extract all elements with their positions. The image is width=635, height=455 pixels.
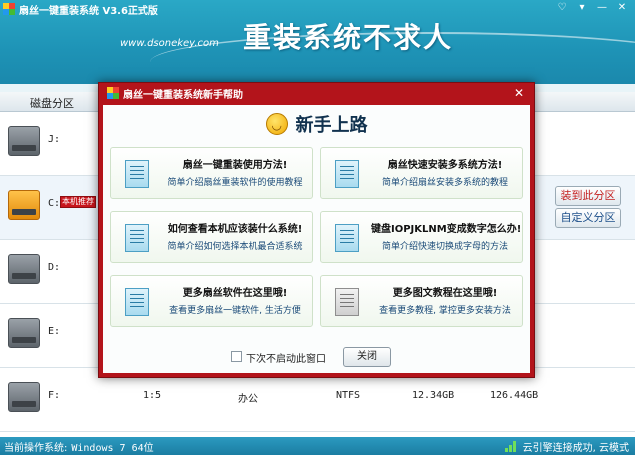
document-icon (335, 160, 359, 188)
app-title: 扇丝一键重装系统 V3.6正式版 (19, 5, 158, 17)
dont-show-checkbox[interactable] (231, 351, 242, 362)
help-card-more-software[interactable]: 更多扇丝软件在这里哦! 查看更多扇丝一键软件, 生活方便 (110, 275, 313, 327)
system-drive-icon (8, 190, 40, 220)
dialog-heading-row: 新手上路 (103, 105, 530, 143)
close-button[interactable]: 关闭 (343, 347, 391, 367)
hard-drive-icon (8, 126, 40, 156)
hard-drive-icon (8, 318, 40, 348)
card-desc: 简单介绍快速切换成字母的方法 (381, 242, 508, 252)
card-desc: 简单介绍扇丝重装软件的使用教程 (167, 178, 303, 188)
help-card-keyboard[interactable]: 键盘IOPJKLNM变成数字怎么办! 简单介绍快速切换成字母的方法 (320, 211, 523, 263)
custom-partition-button[interactable]: 自定义分区 (555, 208, 621, 228)
close-icon[interactable]: ✕ (613, 1, 631, 15)
column-partition: 磁盘分区 (30, 97, 74, 110)
partition-total-size: 12.34GB (412, 390, 455, 401)
site-url: www.dsonekey.com (120, 38, 219, 49)
partition-free-size: 126.44GB (490, 390, 539, 401)
status-bar: 当前操作系统: Windows 7 64位 云引擎连接成功, 云模式 (0, 437, 635, 455)
recommended-badge: 本机推荐 (60, 196, 96, 208)
partition-label: 办公 (238, 394, 258, 405)
card-title: 扇丝一键重装使用方法! (182, 160, 288, 171)
hard-drive-icon (8, 382, 40, 412)
card-desc: 简单介绍如何选择本机最合适系统 (167, 242, 303, 252)
card-title: 扇丝快速安装多系统方法! (387, 160, 503, 171)
status-os: 当前操作系统: Windows 7 64位 (4, 439, 154, 454)
app-logo-icon (3, 3, 15, 15)
smiley-icon (265, 113, 288, 135)
dialog-footer: 下次不启动此窗口 关闭 (103, 345, 530, 369)
dialog-body: 新手上路 扇丝一键重装使用方法! 简单介绍扇丝重装软件的使用教程 扇丝快速安装多… (103, 105, 530, 373)
card-title: 键盘IOPJKLNM变成数字怎么办! (371, 224, 522, 235)
card-title: 更多扇丝软件在这里哦! (182, 288, 288, 299)
current-os-value: Windows 7 64位 (71, 443, 154, 454)
partition-filesystem: NTFS (336, 390, 361, 401)
header-slogan: 重装系统不求人 (243, 21, 454, 54)
signal-icon (504, 441, 519, 452)
install-to-partition-button[interactable]: 装到此分区 (555, 186, 621, 206)
cloud-status-text: 云引擎连接成功, 云模式 (522, 443, 629, 454)
app-header: 扇丝一键重装系统 V3.6正式版 ♡ ▾ — ✕ www.dsonekey.co… (0, 0, 635, 92)
minimize-icon[interactable]: — (593, 1, 611, 15)
card-desc: 查看更多教程, 掌控更多安装方法 (379, 306, 511, 316)
window-titlebar: 扇丝一键重装系统 V3.6正式版 (0, 0, 158, 18)
newspaper-icon (335, 288, 359, 316)
card-desc: 简单介绍扇丝安装多系统的教程 (381, 178, 508, 188)
dialog-heading: 新手上路 (295, 115, 368, 136)
help-card-multi-system[interactable]: 扇丝快速安装多系统方法! 简单介绍扇丝安装多系统的教程 (320, 147, 523, 199)
window-controls: ♡ ▾ — ✕ (553, 1, 631, 15)
dialog-close-icon[interactable]: ✕ (514, 86, 524, 100)
drive-letter: J: (48, 134, 61, 145)
current-os-label: 当前操作系统: (4, 443, 68, 454)
help-card-usage[interactable]: 扇丝一键重装使用方法! 简单介绍扇丝重装软件的使用教程 (110, 147, 313, 199)
dialog-titlebar: 扇丝一键重装系统新手帮助 ✕ (99, 83, 534, 103)
app-logo-icon (107, 87, 119, 99)
card-desc: 查看更多扇丝一键软件, 生活方便 (169, 306, 301, 316)
help-card-which-system[interactable]: 如何查看本机应该装什么系统! 简单介绍如何选择本机最合适系统 (110, 211, 313, 263)
hard-drive-icon (8, 254, 40, 284)
drive-letter: F: (48, 390, 61, 401)
help-card-more-tutorials[interactable]: 更多图文教程在这里哦! 查看更多教程, 掌控更多安装方法 (320, 275, 523, 327)
dont-show-label[interactable]: 下次不启动此窗口 (246, 350, 326, 365)
dialog-title: 扇丝一键重装系统新手帮助 (123, 89, 243, 101)
document-icon (335, 224, 359, 252)
partition-ratio: 1:5 (143, 390, 162, 401)
document-icon (125, 160, 149, 188)
document-icon (125, 288, 149, 316)
chat-icon[interactable]: ♡ (553, 1, 571, 15)
drive-letter: E: (48, 326, 61, 337)
drive-letter: C: (48, 198, 61, 209)
menu-icon[interactable]: ▾ (573, 1, 591, 15)
card-title: 更多图文教程在这里哦! (392, 288, 498, 299)
status-cloud: 云引擎连接成功, 云模式 (504, 439, 629, 454)
document-icon (125, 224, 149, 252)
help-dialog: 扇丝一键重装系统新手帮助 ✕ 新手上路 扇丝一键重装使用方法! 简单介绍扇丝重装… (98, 82, 535, 378)
card-title: 如何查看本机应该装什么系统! (167, 224, 303, 235)
drive-letter: D: (48, 262, 61, 273)
